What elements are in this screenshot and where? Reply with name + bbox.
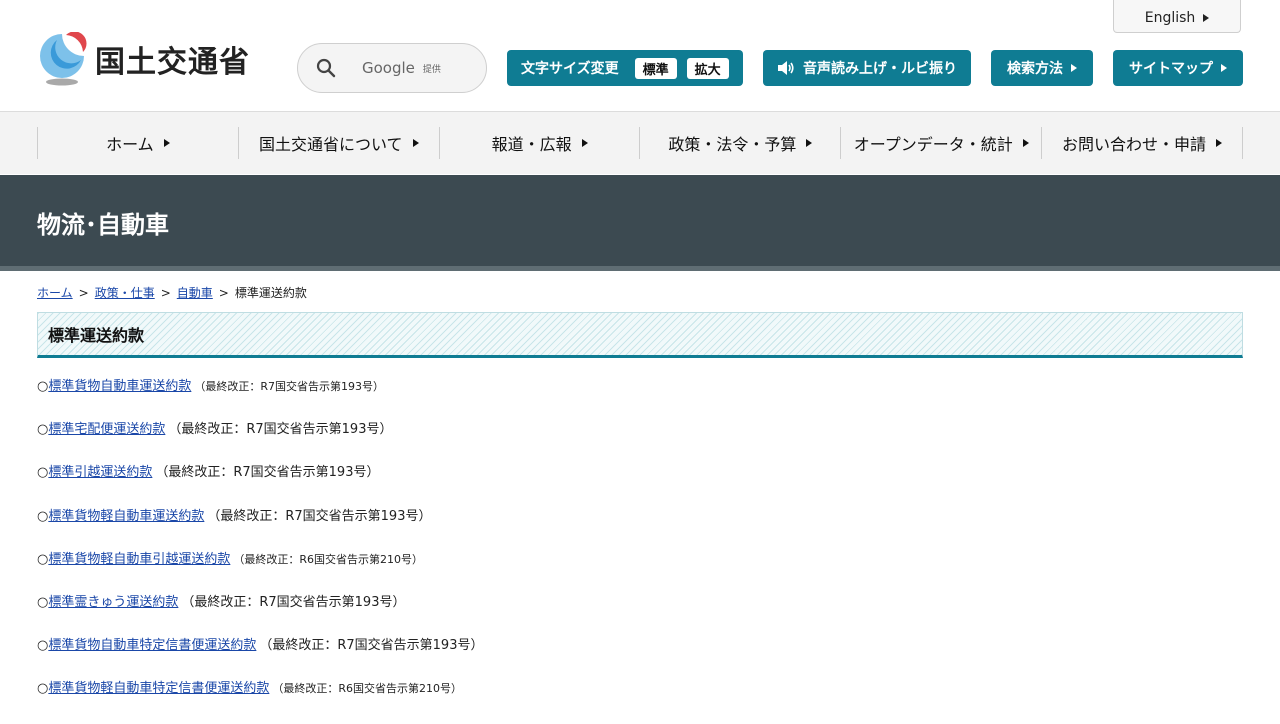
list-item: ○標準宅配便運送約款 （最終改正：R7国交省告示第193号） [37, 421, 1243, 464]
tariff-link[interactable]: 標準宅配便運送約款 [48, 422, 165, 437]
provided-label: 提供 [422, 64, 441, 75]
revision-note: （最終改正：R7国交省告示第193号） [207, 508, 432, 524]
nav-item-policy[interactable]: 政策・法令・予算 [640, 127, 842, 159]
font-size-large-button[interactable]: 拡大 [686, 57, 729, 79]
breadcrumb-separator: > [218, 286, 229, 300]
sitemap-label: サイトマップ [1129, 61, 1213, 77]
bullet: ○ [37, 465, 49, 481]
list-item: ○標準貨物自動車運送約款 （最終改正：R7国交省告示第193号） [37, 378, 1243, 421]
breadcrumb-link-home[interactable]: ホーム [37, 286, 73, 300]
triangle-right-icon [412, 139, 419, 147]
sitemap-button[interactable]: サイトマップ [1113, 50, 1243, 86]
tariff-link[interactable]: 標準貨物自動車特定信書便運送約款 [48, 638, 256, 653]
bullet: ○ [37, 638, 49, 654]
revision-note: （最終改正：R6国交省告示第210号） [233, 552, 423, 566]
nav-item-contact[interactable]: お問い合わせ・申請 [1042, 127, 1243, 159]
list-item: ○標準霊きゅう運送約款 （最終改正：R7国交省告示第193号） [37, 594, 1243, 637]
tariff-link[interactable]: 標準霊きゅう運送約款 [48, 595, 178, 610]
nav-item-label: 国土交通省について [258, 135, 403, 154]
breadcrumb-link-policy[interactable]: 政策・仕事 [95, 286, 155, 300]
triangle-right-icon [1221, 64, 1227, 72]
english-label: English [1144, 9, 1196, 26]
breadcrumb-link-automobile[interactable]: 自動車 [177, 286, 213, 300]
search-method-button[interactable]: 検索方法 [991, 50, 1093, 86]
nav-item-label: 報道・広報 [491, 135, 572, 154]
global-nav-list: ホーム 国土交通省について 報道・広報 政策・法令・予算 オープンデータ・統計 … [37, 127, 1243, 159]
nav-item-label: お問い合わせ・申請 [1062, 135, 1207, 154]
nav-item-about[interactable]: 国土交通省について [239, 127, 440, 159]
tariff-link[interactable]: 標準貨物軽自動車運送約款 [48, 509, 204, 524]
nav-item-opendata[interactable]: オープンデータ・統計 [841, 127, 1043, 159]
bullet: ○ [37, 422, 49, 438]
mlit-logo-icon [40, 32, 87, 86]
nav-item-press[interactable]: 報道・広報 [440, 127, 641, 159]
list-item: ○標準引越運送約款 （最終改正：R7国交省告示第193号） [37, 464, 1243, 507]
breadcrumb: ホーム > 政策・仕事 > 自動車 > 標準運送約款 [37, 284, 307, 301]
revision-note: （最終改正：R7国交省告示第193号） [168, 422, 393, 438]
list-item: ○標準貨物軽自動車引越運送約款 （最終改正：R6国交省告示第210号） [37, 551, 1243, 594]
english-link[interactable]: English [1113, 0, 1241, 33]
page-title: 標準運送約款 [37, 312, 1243, 358]
breadcrumb-separator: > [160, 286, 171, 300]
font-size-control: 文字サイズ変更 標準 拡大 [507, 50, 743, 86]
site-name: 国土交通省 [95, 45, 250, 80]
google-label: Google [362, 59, 415, 77]
bullet: ○ [37, 551, 49, 567]
nav-item-label: オープンデータ・統計 [853, 135, 1013, 154]
nav-item-label: ホーム [106, 135, 154, 154]
revision-note: （最終改正：R7国交省告示第193号） [181, 594, 406, 610]
speech-ruby-label: 音声読み上げ・ルビ振り [803, 61, 957, 77]
list-item: ○標準貨物自動車特定信書便運送約款 （最終改正：R7国交省告示第193号） [37, 637, 1243, 680]
category-title: 物流･自動車 [37, 211, 169, 239]
triangle-right-icon [1071, 64, 1077, 72]
tariff-list: ○標準貨物自動車運送約款 （最終改正：R7国交省告示第193号） ○標準宅配便運送… [37, 378, 1243, 724]
bullet: ○ [37, 681, 49, 697]
site-search-input[interactable]: Google 提供 [297, 43, 487, 93]
triangle-right-icon [1203, 13, 1210, 22]
triangle-right-icon [163, 139, 170, 147]
site-logo[interactable]: 国土交通省 [37, 32, 250, 86]
revision-note: （最終改正：R7国交省告示第193号） [194, 380, 384, 393]
search-icon[interactable] [316, 58, 336, 78]
bullet: ○ [37, 508, 49, 524]
tariff-link[interactable]: 標準貨物軽自動車特定信書便運送約款 [48, 681, 269, 696]
bullet: ○ [37, 594, 49, 610]
tariff-link[interactable]: 標準引越運送約款 [48, 465, 152, 480]
revision-note: （最終改正：R6国交省告示第210号） [272, 682, 462, 696]
site-header: English 国土交通省 Google 提供 文字サイズ変更 標準 拡大 音声… [0, 0, 1280, 112]
breadcrumb-current: 標準運送約款 [234, 286, 307, 300]
nav-item-label: 政策・法令・予算 [668, 135, 797, 154]
triangle-right-icon [1216, 139, 1223, 147]
bullet: ○ [37, 379, 49, 394]
tariff-link[interactable]: 標準貨物自動車運送約款 [48, 379, 191, 394]
tariff-link[interactable]: 標準貨物軽自動車引越運送約款 [48, 552, 230, 567]
search-method-label: 検索方法 [1007, 61, 1063, 77]
speech-ruby-button[interactable]: 音声読み上げ・ルビ振り [763, 50, 971, 86]
triangle-right-icon [1022, 139, 1029, 147]
banner-divider [0, 266, 1280, 271]
triangle-right-icon [806, 139, 813, 147]
triangle-right-icon [581, 139, 588, 147]
nav-item-home[interactable]: ホーム [38, 127, 239, 159]
font-size-standard-button[interactable]: 標準 [634, 57, 677, 79]
font-size-label: 文字サイズ変更 [521, 61, 619, 77]
speaker-icon [778, 61, 794, 75]
category-banner: 物流･自動車 [0, 175, 1280, 266]
global-nav: ホーム 国土交通省について 報道・広報 政策・法令・予算 オープンデータ・統計 … [0, 112, 1280, 174]
revision-note: （最終改正：R7国交省告示第193号） [259, 638, 484, 654]
list-item: ○標準貨物軽自動車運送約款 （最終改正：R7国交省告示第193号） [37, 508, 1243, 551]
breadcrumb-separator: > [78, 286, 89, 300]
revision-note: （最終改正：R7国交省告示第193号） [155, 465, 380, 481]
list-item: ○標準貨物軽自動車特定信書便運送約款 （最終改正：R6国交省告示第210号） [37, 680, 1243, 723]
